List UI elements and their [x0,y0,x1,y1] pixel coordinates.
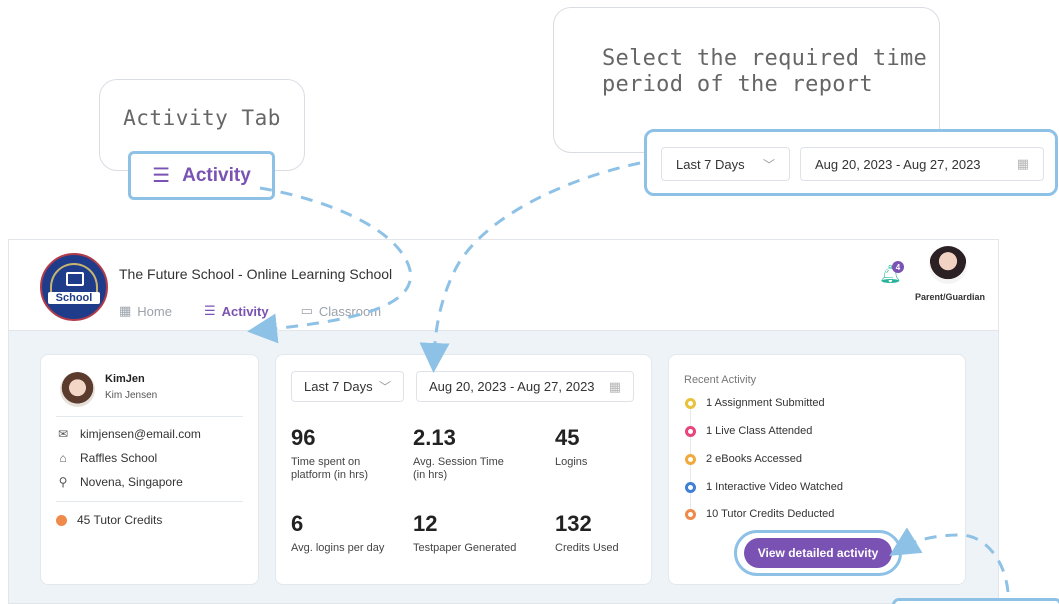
arrow-to-view-button [889,527,1010,593]
arrow-to-date-filter [419,161,641,373]
annotation-arrows [247,161,1010,593]
arrow-to-activity-tab [247,186,412,344]
